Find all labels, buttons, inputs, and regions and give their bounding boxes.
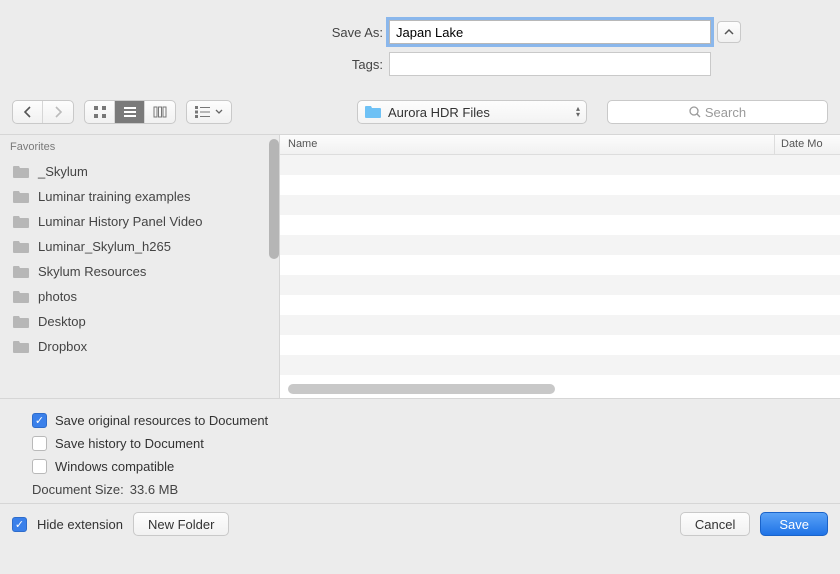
view-list-button[interactable] [115, 101, 145, 123]
icon-view-icon [93, 105, 107, 119]
windows-compat-checkbox[interactable] [32, 459, 47, 474]
save-as-label: Save As: [99, 25, 389, 40]
sidebar-item-label: Dropbox [38, 339, 87, 354]
sidebar-item[interactable]: Skylum Resources [0, 259, 279, 284]
group-by-button[interactable] [186, 100, 232, 124]
toolbar: Aurora HDR Files ▴▾ Search [0, 94, 840, 134]
tags-label: Tags: [99, 57, 389, 72]
save-button[interactable]: Save [760, 512, 828, 536]
view-icons-button[interactable] [85, 101, 115, 123]
group-icon [195, 106, 211, 118]
hide-extension-checkbox[interactable]: ✓ [12, 517, 27, 532]
folder-icon [12, 290, 30, 304]
sidebar-item-label: _Skylum [38, 164, 88, 179]
sidebar-item[interactable]: _Skylum [0, 159, 279, 184]
cancel-button[interactable]: Cancel [680, 512, 750, 536]
windows-compat-label: Windows compatible [55, 459, 174, 474]
save-form: Save As: Tags: [0, 0, 840, 94]
sidebar-item-label: Luminar_Skylum_h265 [38, 239, 171, 254]
file-rows [280, 155, 840, 398]
column-view-icon [153, 106, 167, 118]
browser-split: Favorites _Skylum Luminar training exampl… [0, 134, 840, 399]
sidebar-section-favorites: Favorites [0, 135, 279, 159]
chevron-down-icon [215, 109, 223, 115]
save-history-label: Save history to Document [55, 436, 204, 451]
save-resources-checkbox[interactable]: ✓ [32, 413, 47, 428]
view-columns-button[interactable] [145, 101, 175, 123]
chevron-up-icon [724, 28, 734, 36]
chevron-right-icon [53, 106, 63, 118]
doc-size-value: 33.6 MB [130, 482, 178, 497]
sidebar-item-label: photos [38, 289, 77, 304]
sidebar: Favorites _Skylum Luminar training exampl… [0, 135, 280, 398]
sidebar-item[interactable]: Desktop [0, 309, 279, 334]
sidebar-item[interactable]: Luminar training examples [0, 184, 279, 209]
new-folder-button[interactable]: New Folder [133, 512, 229, 536]
back-button[interactable] [13, 101, 43, 123]
folder-icon [12, 340, 30, 354]
sidebar-item[interactable]: Luminar_Skylum_h265 [0, 234, 279, 259]
search-icon [689, 106, 701, 118]
save-resources-label: Save original resources to Document [55, 413, 268, 428]
sidebar-item-label: Desktop [38, 314, 86, 329]
hide-extension-label: Hide extension [37, 517, 123, 532]
doc-size-label: Document Size: [32, 482, 124, 497]
file-list-pane: Name Date Mo [280, 135, 840, 398]
footer: ✓ Hide extension New Folder Cancel Save [0, 503, 840, 544]
location-label: Aurora HDR Files [388, 105, 490, 120]
folder-icon [12, 315, 30, 329]
updown-icon: ▴▾ [576, 106, 580, 118]
file-horizontal-scrollbar[interactable] [288, 384, 832, 394]
view-mode-switch [84, 100, 176, 124]
search-placeholder: Search [705, 105, 746, 120]
sidebar-item-label: Luminar training examples [38, 189, 190, 204]
forward-button[interactable] [43, 101, 73, 123]
tags-input[interactable] [389, 52, 711, 76]
sidebar-scrollbar[interactable] [269, 139, 279, 259]
list-view-icon [123, 106, 137, 118]
sidebar-item-label: Skylum Resources [38, 264, 146, 279]
sidebar-item-label: Luminar History Panel Video [38, 214, 203, 229]
sidebar-item[interactable]: Dropbox [0, 334, 279, 359]
location-select[interactable]: Aurora HDR Files ▴▾ [357, 100, 587, 124]
search-input[interactable]: Search [607, 100, 828, 124]
sidebar-item[interactable]: Luminar History Panel Video [0, 209, 279, 234]
folder-icon [364, 105, 382, 119]
folder-icon [12, 165, 30, 179]
column-name[interactable]: Name [280, 135, 775, 154]
collapse-button[interactable] [717, 21, 741, 43]
folder-icon [12, 265, 30, 279]
column-date[interactable]: Date Mo [775, 135, 840, 154]
folder-icon [12, 190, 30, 204]
sidebar-item[interactable]: photos [0, 284, 279, 309]
save-as-input[interactable] [389, 20, 711, 44]
save-history-checkbox[interactable] [32, 436, 47, 451]
folder-icon [12, 240, 30, 254]
nav-back-forward [12, 100, 74, 124]
folder-icon [12, 215, 30, 229]
column-headers: Name Date Mo [280, 135, 840, 155]
chevron-left-icon [23, 106, 33, 118]
options-panel: ✓ Save original resources to Document Sa… [0, 399, 840, 503]
